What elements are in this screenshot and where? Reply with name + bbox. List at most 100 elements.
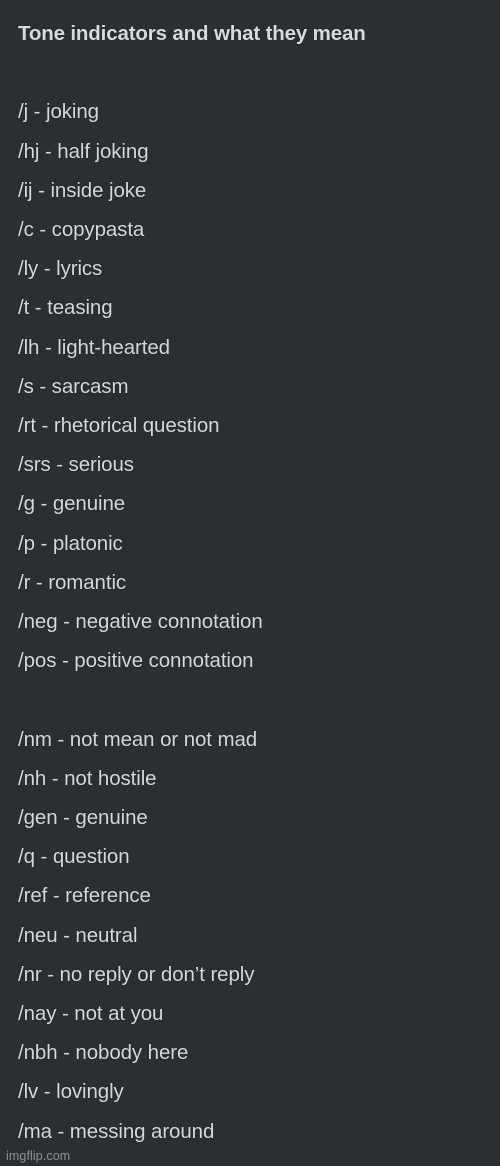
tone-code: /lv [18,1080,39,1104]
tone-separator: - [38,1080,57,1104]
tone-meaning: neutral [75,923,138,947]
list-item: /c - copypasta [18,210,500,249]
tone-code: /nm [18,727,52,751]
tone-code: /lh [18,335,40,359]
meme-image: Tone indicators and what they mean /j - … [0,0,500,1166]
tone-meaning: no reply or don’t reply [59,962,255,986]
tone-indicator-list-secondary: /nm - not mean or not mad /nh - not host… [18,720,500,1151]
tone-code: /hj [18,139,40,163]
list-item: /nh - not hostile [18,759,500,798]
tone-code: /nay [18,1002,57,1026]
tone-separator: - [56,1002,75,1026]
tone-separator: - [41,962,60,986]
tone-code: /gen [18,806,58,830]
tone-meaning: half joking [57,139,149,163]
list-item: /t - teasing [18,288,500,327]
tone-code: /rt [18,414,36,438]
list-item: /lv - lovingly [18,1072,500,1111]
list-item: /nr - no reply or don’t reply [18,955,500,994]
tone-separator: - [29,296,48,320]
list-item: /s - sarcasm [18,367,500,406]
page-title: Tone indicators and what they mean [18,22,366,45]
list-item: /p - platonic [18,524,500,563]
tone-separator: - [39,139,58,163]
list-item: /hj - half joking [18,132,500,171]
list-item: /neg - negative connotation [18,602,500,641]
tone-code: /ref [18,884,48,908]
tone-separator: - [34,492,53,516]
tone-meaning: not hostile [64,766,157,790]
tone-code: /q [18,845,35,869]
tone-separator: - [33,218,52,241]
list-item: /gen - genuine [18,798,500,837]
tone-meaning: lyrics [56,257,103,281]
tone-code: /r [18,570,31,594]
list-item: /ref - reference [18,876,500,915]
tone-code: /ly [18,257,39,281]
tone-separator: - [51,1119,70,1143]
title-spacer [18,53,500,92]
tone-code: /nbh [18,1041,58,1065]
tone-code: /pos [18,649,57,673]
list-item: /g - genuine [18,484,500,523]
tone-code: /ij [18,178,33,202]
tone-code: /c [18,218,34,241]
tone-code: /neu [18,923,58,947]
tone-separator: - [34,531,53,555]
tone-separator: - [57,1041,76,1065]
list-item: /nbh - nobody here [18,1033,500,1072]
tone-meaning: not at you [74,1002,164,1026]
list-item: /nay - not at you [18,994,500,1033]
tone-separator: - [39,335,58,359]
tone-meaning: positive connotation [74,649,254,673]
tone-code: /s [18,374,34,398]
list-item: /r - romantic [18,563,500,602]
list-item: /srs - serious [18,445,500,484]
tone-meaning: platonic [52,531,123,555]
tone-meaning: joking [45,100,99,124]
tone-code: /srs [18,453,51,477]
tone-meaning: genuine [75,806,148,830]
tone-meaning: negative connotation [75,610,263,634]
list-item: /neu - neutral [18,916,500,955]
tone-separator: - [57,923,76,947]
tone-meaning: rhetorical question [53,414,220,438]
list-item: /j - joking [18,92,500,131]
tone-code: /nh [18,766,47,790]
tone-meaning: not mean or not mad [69,727,258,751]
tone-separator: - [30,570,49,594]
tone-separator: - [50,453,69,477]
list-item: /lh - light-hearted [18,328,500,367]
tone-separator: - [35,414,54,438]
tone-separator: - [57,806,76,830]
tone-meaning: light-hearted [57,335,170,359]
tone-code: /j [18,100,29,124]
imgflip-watermark: imgflip.com [6,1149,71,1163]
list-item: /ly - lyrics [18,249,500,288]
tone-meaning: reference [65,884,151,908]
tone-meaning: romantic [48,570,127,594]
tone-code: /p [18,531,35,555]
list-item: /pos - positive connotation [18,641,500,680]
tone-code: /neg [18,610,58,634]
tone-separator: - [47,884,66,908]
list-item: /nm - not mean or not mad [18,720,500,759]
tone-indicator-list-primary: /j - joking /hj - half joking /ij - insi… [18,92,500,680]
meme-text-block: Tone indicators and what they mean /j - … [0,0,500,1151]
list-item: /ij - inside joke [18,171,500,210]
tone-meaning: question [52,845,130,869]
tone-meaning: lovingly [56,1080,124,1104]
tone-meaning: serious [68,453,134,477]
tone-separator: - [51,727,70,751]
tone-separator: - [32,178,51,202]
tone-meaning: sarcasm [51,374,129,398]
tone-code: /ma [18,1119,52,1143]
tone-separator: - [28,100,46,124]
list-item: /ma - messing around [18,1112,500,1151]
tone-meaning: inside joke [50,178,147,202]
tone-separator: - [34,845,53,869]
tone-separator: - [46,766,65,790]
list-item: /rt - rhetorical question [18,406,500,445]
tone-separator: - [38,257,57,281]
